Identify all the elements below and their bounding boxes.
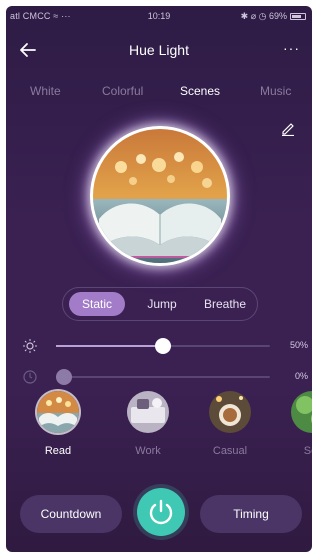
scene-list: Read Work Casual S bbox=[6, 391, 312, 471]
more-menu-icon[interactable]: ··· bbox=[283, 40, 300, 56]
header: Hue Light ··· bbox=[6, 32, 312, 68]
scene-soft[interactable]: Sof bbox=[282, 391, 312, 457]
scene-read-label: Read bbox=[44, 445, 72, 457]
clock-icon bbox=[23, 370, 37, 384]
speed-track[interactable] bbox=[56, 369, 270, 385]
brightness-thumb[interactable] bbox=[155, 338, 171, 354]
scene-work[interactable]: Work bbox=[118, 391, 178, 457]
speed-value: 0% bbox=[294, 371, 308, 381]
page-title: Hue Light bbox=[129, 42, 189, 58]
status-bar: atl CMCC ≈ ··· 10:19 ✱ ⌀ ◷ 69% bbox=[6, 6, 312, 26]
power-icon bbox=[149, 499, 173, 525]
scene-read[interactable]: Read bbox=[28, 391, 88, 457]
brightness-fill bbox=[56, 345, 163, 347]
scene-soft-thumbnail bbox=[291, 391, 312, 433]
status-icons: ✱ ⌀ ◷ 69% bbox=[240, 11, 287, 21]
tab-scenes[interactable]: Scenes bbox=[180, 84, 220, 98]
segment-static[interactable]: Static bbox=[69, 292, 125, 316]
brightness-slider: 50% bbox=[18, 336, 308, 356]
scene-casual-label: Casual bbox=[212, 445, 248, 457]
countdown-button[interactable]: Countdown bbox=[20, 495, 122, 533]
scene-work-label: Work bbox=[135, 445, 161, 457]
power-button[interactable] bbox=[137, 488, 185, 536]
tab-white[interactable]: White bbox=[30, 84, 61, 98]
edit-pencil-icon[interactable] bbox=[280, 120, 296, 136]
phone-screen: atl CMCC ≈ ··· 10:19 ✱ ⌀ ◷ 69% Hue Light… bbox=[6, 6, 312, 552]
status-right: ✱ ⌀ ◷ 69% bbox=[241, 11, 306, 22]
tab-colorful[interactable]: Colorful bbox=[102, 84, 143, 98]
scene-preview-image bbox=[93, 129, 227, 263]
segment-jump[interactable]: Jump bbox=[135, 292, 189, 316]
scene-read-thumbnail bbox=[37, 391, 79, 433]
speed-slider: 0% bbox=[18, 367, 308, 387]
timing-button[interactable]: Timing bbox=[200, 495, 302, 533]
scene-work-thumbnail bbox=[127, 391, 169, 433]
scene-preview-ring bbox=[90, 126, 230, 266]
scene-casual[interactable]: Casual bbox=[200, 391, 260, 457]
effect-segmented-control: Static Jump Breathe bbox=[62, 287, 258, 321]
tab-music[interactable]: Music bbox=[260, 84, 291, 98]
mode-tabs: White Colorful Scenes Music bbox=[6, 78, 312, 102]
scene-soft-label: Sof bbox=[303, 445, 312, 457]
scene-casual-thumbnail bbox=[209, 391, 251, 433]
battery-icon bbox=[290, 13, 306, 20]
segment-breathe[interactable]: Breathe bbox=[195, 292, 255, 316]
brightness-value: 50% bbox=[289, 340, 308, 350]
speed-thumb[interactable] bbox=[56, 369, 72, 385]
brightness-track[interactable] bbox=[56, 338, 270, 354]
brightness-icon bbox=[23, 339, 37, 353]
